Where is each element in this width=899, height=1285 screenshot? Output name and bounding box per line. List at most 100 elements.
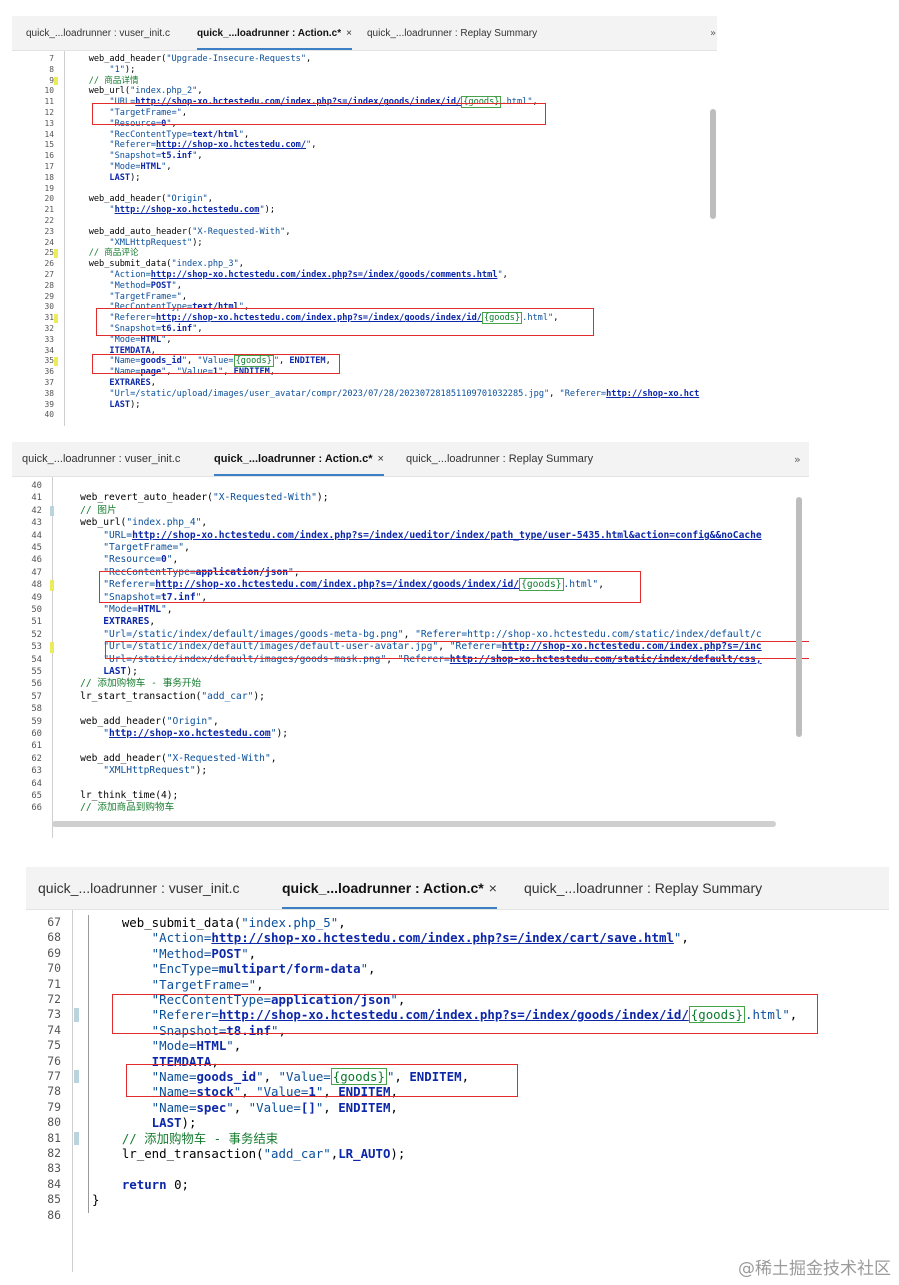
line-number: 48: [31, 580, 42, 591]
code-line[interactable]: // 商品评论: [68, 248, 139, 259]
code-token: // 图片: [57, 504, 117, 516]
code-token: EXTRARES: [68, 378, 151, 388]
line-number: 19: [44, 183, 54, 193]
line-number: 47: [31, 567, 42, 578]
code-line[interactable]: "Url=/static/index/default/images/goods-…: [57, 628, 761, 641]
line-number: 57: [31, 691, 42, 702]
line-number: 65: [31, 791, 42, 801]
code-token: );: [166, 790, 179, 801]
code-token: LAST: [57, 666, 127, 677]
code-line[interactable]: web_url("index.php_4",: [57, 517, 207, 529]
code-line[interactable]: "TargetFrame=",: [57, 542, 190, 554]
tab-replay-summary[interactable]: quick_...loadrunner : Replay Summary: [406, 442, 593, 476]
line-number: 28: [44, 280, 54, 290]
code-line[interactable]: "Action=http://shop-xo.hctestedu.com/ind…: [92, 930, 689, 945]
code-line[interactable]: web_submit_data("index.php_3",: [68, 259, 244, 270]
code-line[interactable]: web_revert_auto_header("X-Requested-With…: [57, 492, 328, 504]
code-line[interactable]: "http://shop-xo.hctestedu.com");: [57, 728, 288, 740]
code-line[interactable]: lr_end_transaction("add_car",LR_AUTO);: [92, 1146, 406, 1161]
code-line[interactable]: lr_start_transaction("add_car");: [57, 691, 265, 703]
code-line[interactable]: web_add_header("X-Requested-With",: [57, 752, 276, 765]
tab-replay-summary[interactable]: quick_...loadrunner : Replay Summary: [524, 867, 762, 909]
code-token: "add_car": [201, 690, 254, 702]
code-line[interactable]: // 添加购物车 - 事务结束: [92, 1131, 278, 1146]
tab-label: quick_...loadrunner : Action.c*: [214, 453, 373, 465]
vertical-scrollbar[interactable]: [796, 497, 802, 737]
code-token: HTML: [137, 604, 161, 615]
code-token: );: [316, 492, 329, 504]
tab-action[interactable]: quick_...loadrunner : Action.c* ×: [214, 442, 384, 476]
line-number: 49: [31, 592, 42, 603]
code-line[interactable]: // 图片: [57, 505, 117, 517]
code-line[interactable]: "Mode=HTML",: [68, 335, 171, 346]
code-token: lr_end_transaction(: [92, 1146, 264, 1161]
code-line[interactable]: "XMLHttpRequest");: [57, 765, 207, 777]
code-line[interactable]: web_add_header("Upgrade-Insecure-Request…: [68, 54, 322, 65]
tab-vuser-init[interactable]: quick_...loadrunner : vuser_init.c: [38, 867, 240, 909]
code-line[interactable]: "Resource=0",: [57, 554, 178, 566]
vertical-scrollbar[interactable]: [710, 109, 716, 219]
tab-vuser-init[interactable]: quick_...loadrunner : vuser_init.c: [22, 442, 180, 476]
line-number: 70: [47, 961, 61, 976]
code-line[interactable]: EXTRARES,: [68, 378, 156, 389]
code-line[interactable]: lr_think_time(4);: [57, 790, 178, 802]
code-line[interactable]: "Mode=HTML",: [92, 1038, 242, 1053]
tab-replay-summary[interactable]: quick_...loadrunner : Replay Summary: [367, 16, 537, 50]
tab-overflow-icon[interactable]: »: [794, 442, 801, 476]
code-line[interactable]: web_url("index.php_2",: [68, 86, 203, 97]
code-token: ,: [403, 628, 416, 640]
code-line[interactable]: // 添加购物车 - 事务开始: [57, 678, 201, 690]
code-line[interactable]: "TargetFrame=",: [68, 292, 187, 303]
code-line[interactable]: LAST);: [68, 400, 140, 411]
code-line[interactable]: "Name=spec", "Value=[]", ENDITEM,: [92, 1100, 398, 1115]
code-line[interactable]: "1");: [68, 65, 135, 76]
code-token: "X-Requested-With": [166, 752, 271, 764]
code-line[interactable]: "Snapshot=t5.inf",: [68, 151, 202, 162]
close-icon[interactable]: ×: [346, 28, 352, 39]
line-number: 15: [44, 140, 54, 150]
tab-action[interactable]: quick_...loadrunner : Action.c* ×: [197, 16, 352, 50]
code-line[interactable]: "EncType=multipart/form-data",: [92, 961, 376, 976]
code-line[interactable]: "Mode=HTML",: [57, 604, 172, 616]
line-number: 66: [31, 803, 42, 814]
line-number: 59: [31, 716, 42, 727]
code-line[interactable]: "TargetFrame=",: [92, 977, 264, 992]
code-line[interactable]: "Referer=http://shop-xo.hctestedu.com/",: [68, 140, 316, 151]
horizontal-scrollbar[interactable]: [52, 821, 776, 827]
line-number: 41: [31, 493, 42, 504]
code-line[interactable]: "Action=http://shop-xo.hctestedu.com/ind…: [68, 270, 507, 281]
code-line[interactable]: "Method=POST",: [92, 946, 256, 961]
change-marker: [54, 249, 58, 259]
tab-overflow-icon[interactable]: »: [710, 16, 716, 50]
code-line[interactable]: "RecContentType=text/html",: [68, 130, 249, 141]
code-line[interactable]: }: [92, 1192, 99, 1207]
code-line[interactable]: web_add_header("Origin",: [68, 194, 213, 205]
code-line[interactable]: EXTRARES,: [57, 616, 155, 628]
code-line[interactable]: "URL=http://shop-xo.hctestedu.com/index.…: [57, 530, 761, 542]
tab-action[interactable]: quick_...loadrunner : Action.c* ×: [282, 867, 497, 909]
code-line[interactable]: "XMLHttpRequest");: [68, 238, 202, 249]
code-line[interactable]: "Url=/static/upload/images/user_avatar/c…: [68, 389, 699, 400]
tab-vuser-init[interactable]: quick_...loadrunner : vuser_init.c: [26, 16, 170, 50]
code-line[interactable]: return 0;: [92, 1177, 189, 1192]
code-line[interactable]: LAST);: [68, 173, 140, 184]
code-token: web_submit_data(: [92, 915, 242, 930]
close-icon[interactable]: ×: [489, 880, 497, 896]
code-line[interactable]: LAST);: [92, 1115, 197, 1130]
code-line[interactable]: web_add_header("Origin",: [57, 716, 219, 728]
code-token: http://shop-xo.hct: [606, 388, 700, 399]
code-line[interactable]: web_add_auto_header("X-Requested-With",: [68, 227, 291, 238]
code-line[interactable]: // 商品详情: [68, 76, 139, 87]
line-number: 81: [47, 1130, 61, 1145]
code-line[interactable]: // 添加商品到购物车: [57, 802, 174, 814]
code-line[interactable]: "Method=POST",: [68, 281, 181, 292]
close-icon[interactable]: ×: [378, 453, 384, 465]
code-token: "Snapshot=: [68, 151, 162, 162]
code-token: );: [195, 765, 208, 777]
code-line[interactable]: "Mode=HTML",: [68, 162, 171, 173]
code-line[interactable]: LAST);: [57, 666, 138, 678]
code-line[interactable]: "http://shop-xo.hctestedu.com");: [68, 205, 275, 216]
code-token: ,: [323, 1099, 339, 1115]
code-token: );: [126, 666, 138, 677]
code-line[interactable]: web_submit_data("index.php_5",: [92, 915, 346, 930]
